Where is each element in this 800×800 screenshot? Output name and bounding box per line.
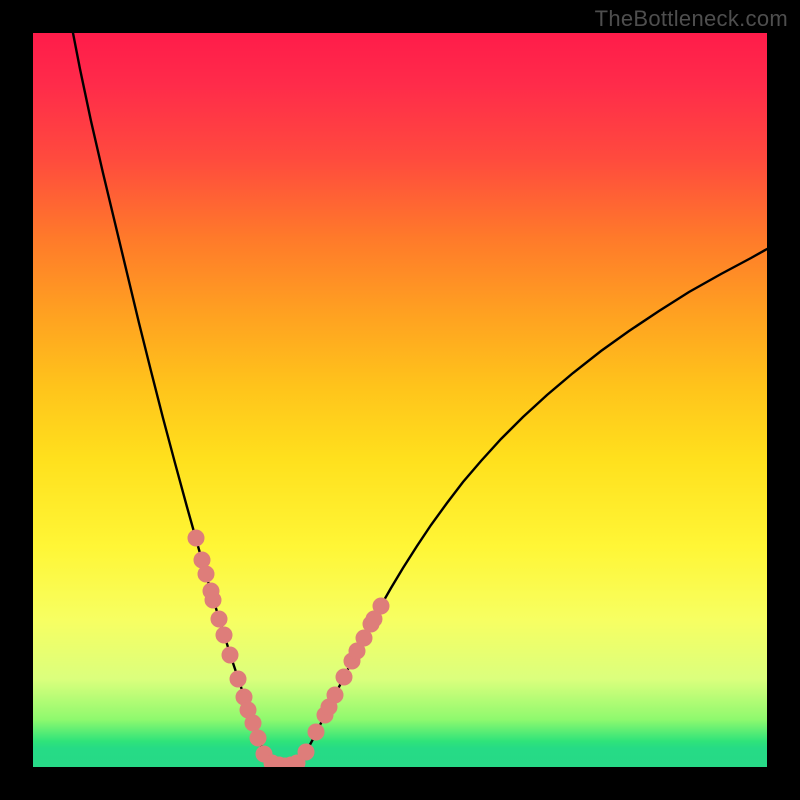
marker-dot xyxy=(216,627,232,643)
marker-dot xyxy=(211,611,227,627)
curve-right-arm xyxy=(295,249,767,766)
marker-dot xyxy=(250,730,266,746)
marker-dots-group xyxy=(188,530,389,767)
chart-frame: TheBottleneck.com xyxy=(0,0,800,800)
curve-left-arm xyxy=(73,33,274,766)
marker-dot xyxy=(230,671,246,687)
marker-dot xyxy=(298,744,314,760)
marker-dot xyxy=(205,592,221,608)
marker-dot xyxy=(198,566,214,582)
marker-dot xyxy=(245,715,261,731)
curve-layer xyxy=(33,33,767,767)
marker-dot xyxy=(356,630,372,646)
marker-dot xyxy=(308,724,324,740)
marker-dot xyxy=(194,552,210,568)
marker-dot xyxy=(327,687,343,703)
marker-dot xyxy=(336,669,352,685)
marker-dot xyxy=(366,611,382,627)
watermark-text: TheBottleneck.com xyxy=(595,6,788,32)
marker-dot xyxy=(222,647,238,663)
plot-area xyxy=(33,33,767,767)
marker-dot xyxy=(188,530,204,546)
